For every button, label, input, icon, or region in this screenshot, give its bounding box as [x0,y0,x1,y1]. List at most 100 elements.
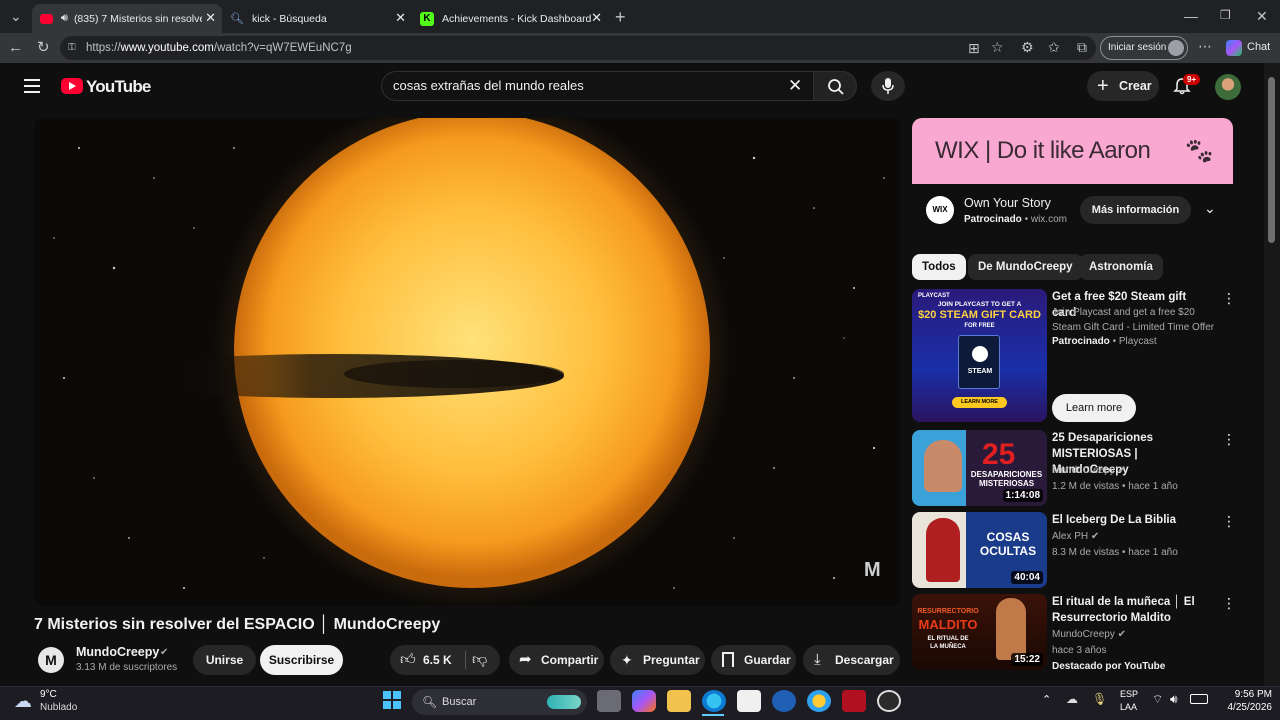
url-bar[interactable]: ⚿ https://www.youtube.com/watch?v=qW7EWEu… [60,36,1096,60]
share-button[interactable]: ➦ Compartir [509,645,604,675]
edge-browser-icon[interactable] [702,690,726,712]
new-tab-icon[interactable]: + [615,8,626,26]
sponsored-ad-card[interactable]: WIX | Do it like Aaron 🐾︎ WIX Own Your S… [912,118,1233,248]
more-options-icon[interactable]: ⋮ [1222,291,1236,305]
apps-icon[interactable]: ⊞ [968,41,980,55]
more-info-button[interactable]: Más información [1080,196,1191,224]
search-icon: 🔍︎ [422,695,438,709]
tab-youtube[interactable]: 🔊︎ (835) 7 Misterios sin resolver d ✕ [32,4,222,33]
app-icon[interactable] [807,690,831,712]
video-player[interactable]: M [34,118,900,606]
tab-search-dropdown-icon[interactable]: ⌄ [10,9,22,23]
volume-icon[interactable]: 🔊︎ [1170,692,1178,707]
rec-channel[interactable]: MundoCreepy ✔ [1052,463,1222,478]
weather-temp[interactable]: 9°C [40,689,57,700]
close-tab-icon[interactable]: ✕ [591,10,602,26]
reload-icon[interactable]: ↻ [37,40,50,55]
voice-search-button[interactable] [871,71,905,101]
clock-time[interactable]: 9:56 PM [1222,689,1272,700]
chat-label[interactable]: Chat [1247,41,1270,53]
more-options-icon[interactable]: ⋮ [1222,514,1236,528]
rec-thumbnail[interactable]: RESURRECTORIO MALDITO EL RITUAL DE LA MU… [912,594,1047,670]
rec-title[interactable]: El ritual de la muñeca │ El Resurrectori… [1052,594,1212,626]
join-button[interactable]: Unirse [193,645,256,675]
rec-thumbnail[interactable]: COSAS OCULTAS 40:04 [912,512,1047,588]
store-icon[interactable] [737,690,761,712]
more-options-icon[interactable]: ⋮ [1222,432,1236,446]
rec-thumbnail-playcast[interactable]: PLAYCAST JOIN PLAYCAST TO GET A $20 STEA… [912,289,1047,422]
rec-channel[interactable]: MundoCreepy ✔ [1052,627,1222,642]
clock-date[interactable]: 4/25/2026 [1212,702,1273,713]
youtube-logo-text[interactable]: YouTube [86,77,151,97]
channel-name[interactable]: MundoCreepy [76,645,159,659]
dislike-icon[interactable]: 👎︎ [472,645,487,675]
favorites-icon[interactable]: ✩ [1048,40,1060,54]
copilot-icon[interactable] [1226,40,1242,56]
ask-button[interactable]: ✦ Preguntar [610,645,705,675]
cloud-weather-icon[interactable]: ☁ [14,691,32,712]
rec-channel[interactable]: Alex PH ✔ [1052,529,1222,544]
chevron-down-icon[interactable]: ⌄ [1204,200,1216,217]
like-count[interactable]: 6.5 K [423,645,452,675]
channel-avatar[interactable]: M [38,647,64,673]
thumb-big-number: 25 [982,438,1016,471]
github-icon[interactable] [877,690,901,712]
tab-kick-search[interactable]: 🔍︎ kick - Búsqueda ✕ [222,4,412,33]
back-icon[interactable]: ← [8,40,23,55]
extensions-icon[interactable]: ⚙ [1021,40,1034,54]
download-button[interactable]: ⤓ Descargar [803,645,900,675]
language-code[interactable]: ESP [1120,689,1138,699]
chevron-up-icon[interactable]: ⌃ [1042,693,1051,706]
wifi-icon[interactable]: ⌔ [1152,692,1163,707]
learn-more-button[interactable]: Learn more [1052,394,1136,422]
like-icon[interactable]: 👍︎ [400,645,416,675]
youtube-logo-icon[interactable] [61,78,83,94]
chip-todos[interactable]: Todos [912,254,966,280]
hamburger-menu-icon[interactable] [24,79,40,93]
minimize-icon[interactable]: — [1184,9,1198,23]
site-info-icon[interactable]: ⚿ [68,36,76,60]
user-avatar[interactable] [1215,74,1241,100]
subscribe-button[interactable]: Suscribirse [260,645,343,675]
chip-de-mundocreepy[interactable]: De MundoCreepy [968,254,1083,280]
speaker-icon[interactable]: 🔊︎ [61,12,68,25]
hp-icon[interactable] [772,690,796,712]
scrollbar-thumb[interactable] [1268,77,1275,243]
chip-astronomia[interactable]: Astronomía [1079,254,1163,280]
clear-search-icon[interactable]: ✕ [788,76,802,96]
video-duration: 40:04 [1011,571,1043,584]
close-tab-icon[interactable]: ✕ [205,10,216,26]
close-tab-icon[interactable]: ✕ [395,10,406,26]
collections-icon[interactable]: ⧉ [1077,40,1087,54]
onedrive-icon[interactable]: ☁ [1066,692,1078,706]
favorite-star-icon[interactable]: ☆ [991,40,1004,54]
search-button[interactable] [813,71,857,101]
battery-icon[interactable] [1190,694,1208,704]
more-options-icon[interactable]: ⋮ [1222,596,1236,610]
weather-desc[interactable]: Nublado [40,702,77,713]
search-input[interactable]: cosas extrañas del mundo reales [381,71,813,101]
share-label: Compartir [541,653,599,667]
maximize-icon[interactable]: ❐ [1220,9,1231,21]
video-duration: 15:22 [1011,653,1043,666]
kick-favicon-icon: K [420,11,434,26]
copilot-taskbar-icon[interactable] [632,690,656,712]
keyboard-layout[interactable]: LAA [1120,702,1137,712]
file-explorer-icon[interactable] [667,690,691,712]
rec-thumbnail[interactable]: 25 DESAPARICIONES MISTERIOSAS 1:14:08 [912,430,1047,506]
rec-title[interactable]: El Iceberg De La Biblia [1052,512,1212,528]
mcafee-icon[interactable] [842,690,866,712]
mic-tray-icon[interactable]: 🎙︎ [1092,692,1107,706]
taskbar-search[interactable]: 🔍︎ Buscar [412,689,587,715]
task-view-icon[interactable] [597,690,621,712]
windows-start-icon[interactable] [383,691,401,709]
taskbar-search-label: Buscar [442,696,477,708]
more-menu-icon[interactable]: ⋯ [1198,39,1212,53]
ad-banner[interactable]: WIX | Do it like Aaron 🐾︎ [912,118,1233,184]
create-button[interactable]: + Crear [1087,71,1159,101]
window-close-icon[interactable]: ✕ [1256,9,1268,23]
tab-kick-dashboard[interactable]: K Achievements - Kick Dashboard ✕ [412,4,608,33]
signin-button[interactable]: Iniciar sesión [1100,36,1188,60]
save-button[interactable]: Guardar [711,645,796,675]
thumb-line: FOR FREE [964,323,995,329]
